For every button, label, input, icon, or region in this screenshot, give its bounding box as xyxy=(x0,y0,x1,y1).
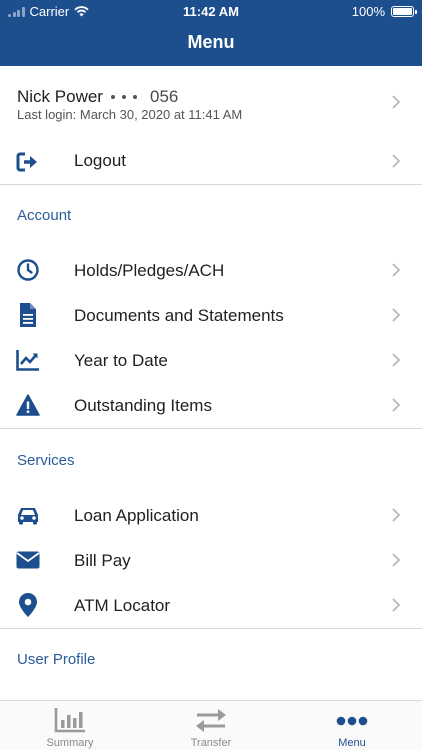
map-pin-icon xyxy=(16,593,40,617)
tab-label: Menu xyxy=(338,737,366,749)
chevron-right-icon xyxy=(392,398,400,412)
chart-line-icon xyxy=(16,348,40,372)
battery-icon xyxy=(391,6,417,17)
transfer-arrows-icon xyxy=(194,707,228,738)
battery-percent: 100% xyxy=(351,4,385,19)
chevron-right-icon xyxy=(392,598,400,612)
menu-item-label: Bill Pay xyxy=(74,551,131,570)
account-suffix: 056 xyxy=(150,87,179,106)
logout-icon xyxy=(16,150,40,174)
tab-transfer[interactable]: Transfer xyxy=(141,701,281,750)
tab-label: Transfer xyxy=(190,737,232,749)
menu-item-outstanding[interactable]: Outstanding Items xyxy=(0,383,422,428)
nav-header: Carrier 11:42 AM 100% Menu xyxy=(0,0,422,66)
warning-icon xyxy=(16,393,40,417)
logout-row[interactable]: Logout xyxy=(0,140,422,184)
section-header-user-profile: User Profile xyxy=(17,651,96,668)
chevron-right-icon xyxy=(392,308,400,322)
menu-item-bill-pay[interactable]: Bill Pay xyxy=(0,538,422,583)
clock-icon xyxy=(16,258,40,282)
battery-group: 100% xyxy=(351,4,417,19)
last-login-text: Last login: March 30, 2020 at 11:41 AM xyxy=(17,107,243,122)
section-header-account: Account xyxy=(17,207,72,224)
menu-item-loan-application[interactable]: Loan Application xyxy=(0,493,422,538)
chevron-right-icon xyxy=(392,95,400,109)
chevron-right-icon xyxy=(392,263,400,277)
chevron-right-icon xyxy=(392,353,400,367)
section-header-services: Services xyxy=(17,452,75,469)
divider xyxy=(0,628,422,629)
chevron-right-icon xyxy=(392,154,400,168)
menu-item-year-to-date[interactable]: Year to Date xyxy=(0,338,422,383)
chevron-right-icon xyxy=(392,553,400,567)
tab-label: Summary xyxy=(46,737,94,749)
menu-item-label: Loan Application xyxy=(74,506,199,525)
page-title: Menu xyxy=(187,32,235,52)
masked-account-dots xyxy=(111,95,137,99)
menu-item-label: Documents and Statements xyxy=(74,306,284,325)
menu-item-label: Outstanding Items xyxy=(74,396,212,415)
tab-summary[interactable]: Summary xyxy=(0,701,140,750)
tab-bar: Summary Transfer Menu xyxy=(0,700,422,750)
menu-item-label: ATM Locator xyxy=(74,596,171,615)
divider xyxy=(0,428,422,429)
menu-item-label: Holds/Pledges/ACH xyxy=(74,261,225,280)
status-bar: Carrier 11:42 AM 100% xyxy=(0,0,422,22)
menu-item-documents[interactable]: Documents and Statements xyxy=(0,293,422,338)
chevron-right-icon xyxy=(392,508,400,522)
logout-label: Logout xyxy=(74,151,126,170)
bar-chart-icon xyxy=(54,707,86,738)
envelope-icon xyxy=(16,548,40,572)
divider xyxy=(0,184,422,185)
document-icon xyxy=(16,303,40,327)
menu-item-atm-locator[interactable]: ATM Locator xyxy=(0,583,422,628)
user-name: Nick Power xyxy=(17,87,103,106)
more-dots-icon xyxy=(336,713,368,731)
menu-item-label: Year to Date xyxy=(74,351,168,370)
menu-item-holds[interactable]: Holds/Pledges/ACH xyxy=(0,248,422,293)
car-icon xyxy=(16,503,40,527)
tab-menu[interactable]: Menu xyxy=(282,701,422,750)
